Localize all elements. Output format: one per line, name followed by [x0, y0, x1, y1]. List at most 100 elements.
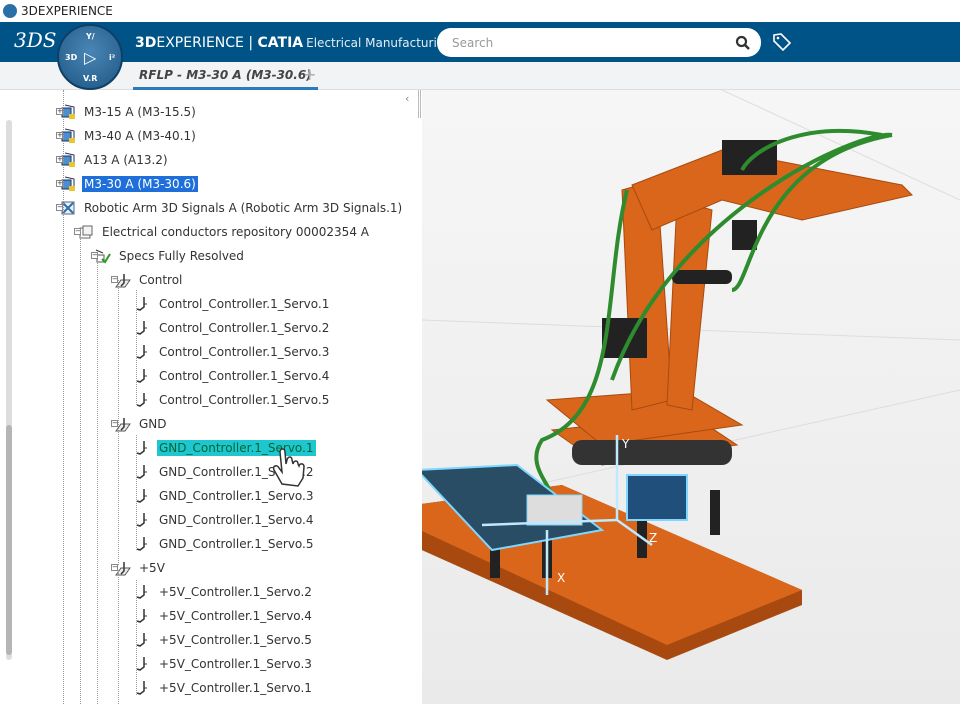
tree-item[interactable]: +5V_Controller.1_Servo.3: [135, 654, 314, 674]
tree-connector: [118, 570, 119, 704]
tree-item[interactable]: M3-30 A (M3-30.6): [60, 174, 198, 194]
tag-icon[interactable]: [772, 32, 792, 52]
signal-icon: [136, 369, 147, 383]
tree-item[interactable]: M3-15 A (M3-15.5): [60, 102, 198, 122]
tree-item[interactable]: +5V_Controller.1_Servo.1: [135, 678, 314, 698]
collapse-icon[interactable]: −: [111, 276, 118, 283]
expand-icon[interactable]: +: [56, 180, 63, 187]
tree-item[interactable]: Control: [115, 270, 184, 290]
expand-icon[interactable]: +: [56, 132, 63, 139]
signal-icon: [136, 489, 147, 503]
tree-item-label: +5V_Controller.1_Servo.3: [159, 657, 312, 671]
tree-item-label: Control_Controller.1_Servo.5: [159, 393, 330, 407]
brand-role: Electrical Manufacturin...: [306, 36, 456, 50]
tree-connector: [136, 580, 137, 695]
tree-item-label: +5V_Controller.1_Servo.5: [159, 633, 312, 647]
tree-item[interactable]: +5V_Controller.1_Servo.5: [135, 630, 314, 650]
panel-splitter[interactable]: [418, 90, 421, 118]
tree-item-label: Control_Controller.1_Servo.1: [159, 297, 330, 311]
tree-item[interactable]: GND: [115, 414, 169, 434]
collapse-icon[interactable]: −: [111, 420, 118, 427]
brand-app: CATIA: [257, 35, 304, 51]
brand-rest: EXPERIENCE |: [156, 35, 258, 51]
app-icon: [3, 4, 17, 18]
tree-item-label: Electrical conductors repository 0000235…: [102, 225, 369, 239]
collapse-icon[interactable]: −: [111, 564, 118, 571]
compass-top[interactable]: Y/: [86, 32, 95, 41]
tab-bar: RFLP - M3-30 A (M3-30.6) +: [0, 62, 960, 90]
search-icon[interactable]: [735, 35, 751, 51]
tree-connector: [136, 290, 137, 405]
tree-item[interactable]: Specs Fully Resolved: [95, 246, 246, 266]
tree-item-label: +5V_Controller.1_Servo.2: [159, 585, 312, 599]
tree-item[interactable]: A13 A (A13.2): [60, 150, 170, 170]
signal-icon: [136, 657, 147, 671]
tree-item[interactable]: Robotic Arm 3D Signals A (Robotic Arm 3D…: [60, 198, 404, 218]
tree-item[interactable]: Control_Controller.1_Servo.2: [135, 318, 331, 338]
compass-bottom[interactable]: V.R: [83, 74, 97, 83]
window-title: 3DEXPERIENCE: [21, 4, 113, 18]
tree-item[interactable]: Control_Controller.1_Servo.3: [135, 342, 331, 362]
signal-icon: [136, 465, 147, 479]
tab-rflp[interactable]: RFLP - M3-30 A (M3-30.6): [133, 68, 318, 90]
tree-item-label: GND_Controller.1_Servo.3: [159, 489, 314, 503]
hand-cursor-icon: [272, 448, 305, 487]
tree-item-label: Robotic Arm 3D Signals A (Robotic Arm 3D…: [84, 201, 403, 215]
tree-item-label: GND_Controller.1_Servo.5: [159, 537, 314, 551]
scrollbar-thumb[interactable]: [6, 425, 12, 655]
tree-item-label: M3-30 A (M3-30.6): [82, 176, 198, 192]
tree-item[interactable]: Control_Controller.1_Servo.1: [135, 294, 331, 314]
tree-item-label: Control_Controller.1_Servo.4: [159, 369, 330, 383]
brand-bold: 3D: [135, 35, 157, 51]
signal-icon: [136, 321, 147, 335]
tree-item[interactable]: +5V_Controller.1_Servo.2: [135, 582, 314, 602]
compass-left[interactable]: 3D: [65, 53, 77, 62]
signal-icon: [136, 393, 147, 407]
signal-icon: [136, 681, 147, 695]
ds-logo-icon[interactable]: 3DS: [14, 28, 56, 52]
tree-item-label: M3-15 A (M3-15.5): [84, 105, 196, 119]
tree-item[interactable]: GND_Controller.1_Servo.4: [135, 510, 316, 530]
collapse-panel-icon[interactable]: ‹: [405, 92, 409, 105]
expand-icon[interactable]: +: [56, 156, 63, 163]
robot-arm-model[interactable]: X Y Z: [377, 89, 960, 704]
tree-connector: [80, 230, 81, 704]
tree-connector: [136, 435, 137, 550]
tree-item-label: M3-40 A (M3-40.1): [84, 129, 196, 143]
search-input[interactable]: [452, 35, 735, 50]
add-tab-icon[interactable]: +: [303, 65, 316, 84]
tree-item[interactable]: GND_Controller.1_Servo.5: [135, 534, 316, 554]
axis-z-label: Z: [649, 531, 657, 545]
signal-icon: [136, 537, 147, 551]
tree-item-label: A13 A (A13.2): [84, 153, 168, 167]
signal-icon: [136, 441, 147, 455]
tree-item[interactable]: Electrical conductors repository 0000235…: [78, 222, 371, 242]
axis-y-label: Y: [621, 437, 630, 451]
signal-icon: [136, 585, 147, 599]
tree-item-label: Control: [139, 273, 183, 287]
tree-item[interactable]: Control_Controller.1_Servo.4: [135, 366, 331, 386]
signal-icon: [136, 633, 147, 647]
tree-item[interactable]: M3-40 A (M3-40.1): [60, 126, 198, 146]
tree-connector: [118, 280, 119, 565]
specification-tree: ‹ M3-15 A (M3-15.5) + M3-40 A (M3-40.1) + A1…: [0, 90, 422, 704]
tree-item[interactable]: +5V: [115, 558, 167, 578]
compass-right[interactable]: i²: [109, 53, 115, 62]
expand-icon[interactable]: +: [56, 108, 63, 115]
3d-viewport[interactable]: X Y Z: [377, 89, 960, 704]
tree-item-label: GND_Controller.1_Servo.4: [159, 513, 314, 527]
tree-item[interactable]: +5V_Controller.1_Servo.4: [135, 606, 314, 626]
signal-icon: [136, 297, 147, 311]
play-icon[interactable]: ▷: [84, 48, 96, 67]
tree-item-label: +5V: [139, 561, 165, 575]
search-box: [437, 28, 761, 57]
window-titlebar: 3DEXPERIENCE: [0, 0, 960, 22]
collapse-icon[interactable]: −: [56, 204, 63, 211]
tree-scrollbar[interactable]: [6, 120, 12, 660]
tree-item-label: +5V_Controller.1_Servo.4: [159, 609, 312, 623]
tree-item-label: +5V_Controller.1_Servo.1: [159, 681, 312, 695]
compass-icon[interactable]: Y/ 3D ▷ i² V.R: [57, 24, 123, 90]
tree-item-label: Control_Controller.1_Servo.2: [159, 321, 330, 335]
tree-item[interactable]: Control_Controller.1_Servo.5: [135, 390, 331, 410]
tree-item-label: Control_Controller.1_Servo.3: [159, 345, 330, 359]
